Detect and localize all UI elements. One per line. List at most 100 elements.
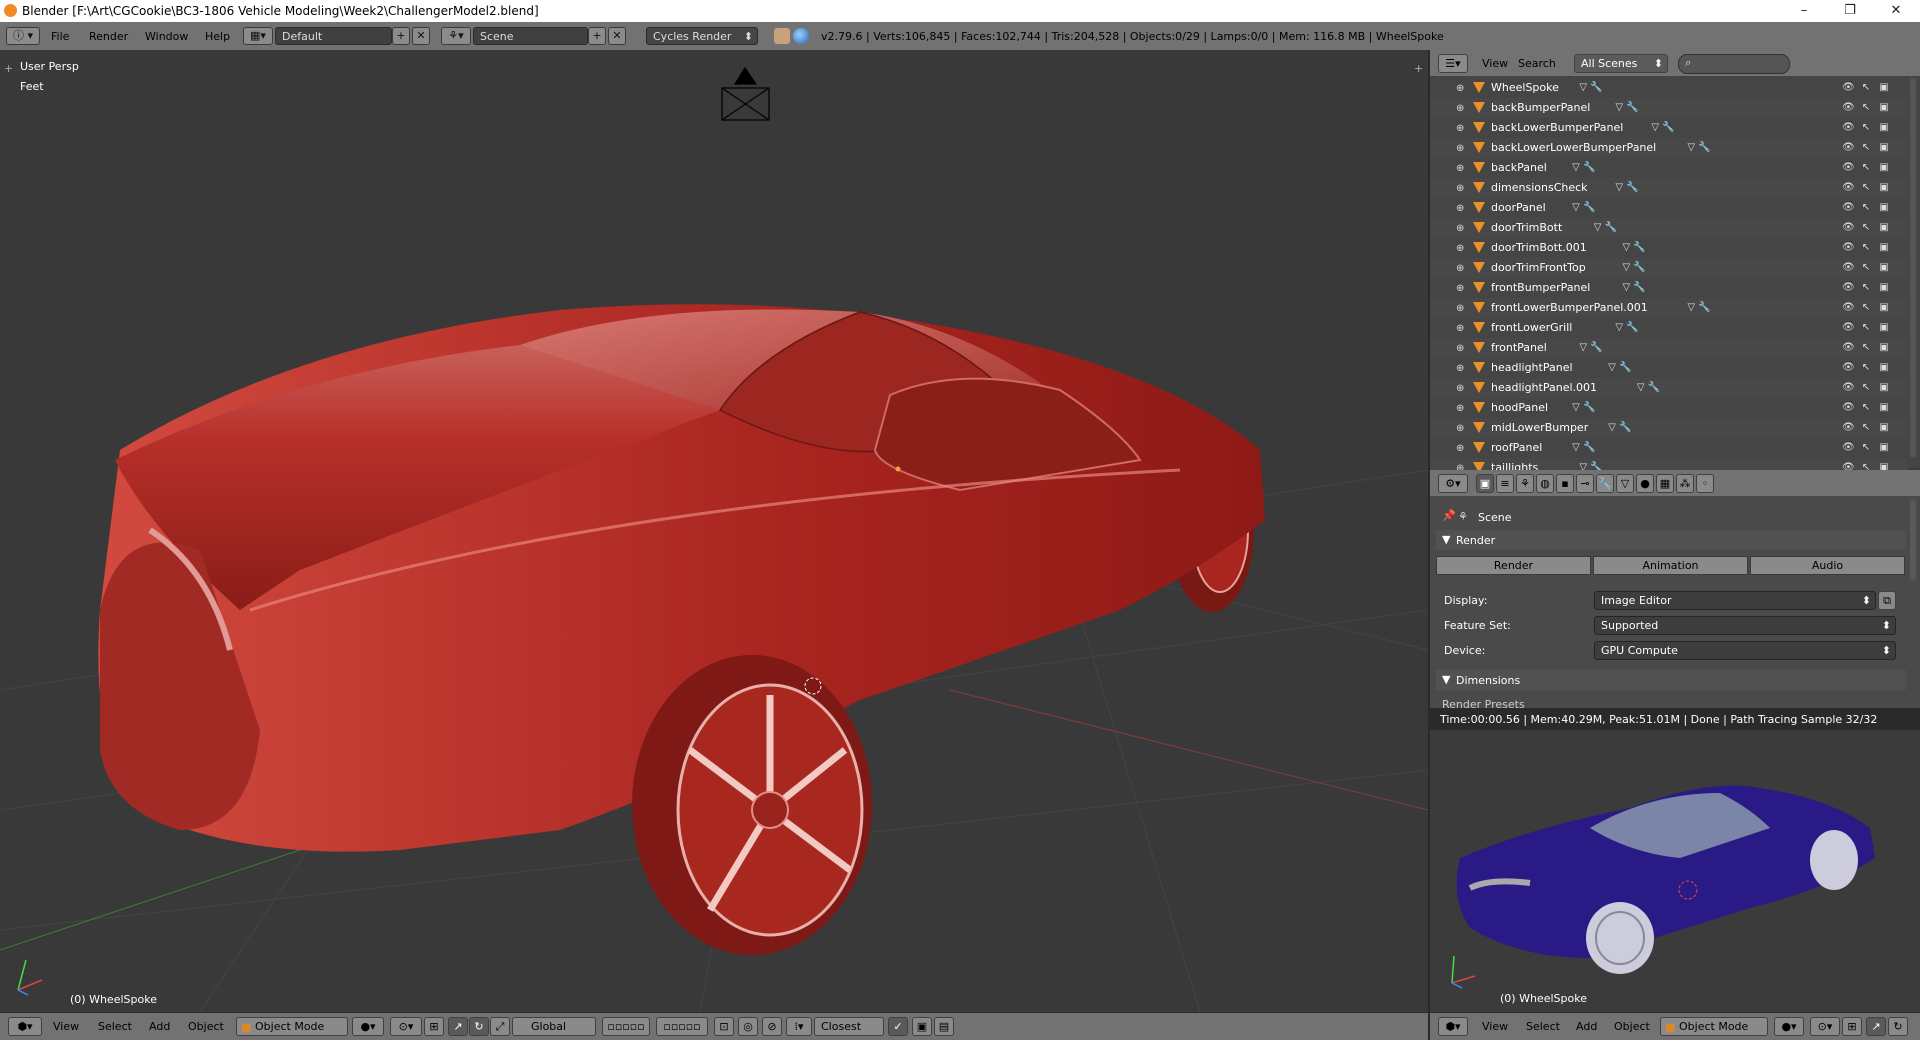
outliner-row[interactable]: ⊕ backBumperPanel ▽ 🔧 👁 ↖ ▣ bbox=[1430, 98, 1908, 118]
dimensions-panel-header[interactable]: ▼ Dimensions bbox=[1436, 670, 1906, 690]
rendered-viewport[interactable]: Time:00:00.56 | Mem:40.29M, Peak:51.01M … bbox=[1430, 708, 1920, 1012]
particles-tab-icon[interactable]: ⁂ bbox=[1676, 474, 1694, 493]
world-globe-icon[interactable] bbox=[793, 28, 809, 44]
feature-set-select[interactable]: Supported ⬍ bbox=[1594, 616, 1896, 635]
outliner-row[interactable]: ⊕ dimensionsCheck ▽ 🔧 👁 ↖ ▣ bbox=[1430, 178, 1908, 198]
render-camera-icon[interactable]: ▣ bbox=[1878, 222, 1890, 234]
render-camera-icon[interactable]: ▣ bbox=[1878, 202, 1890, 214]
visibility-eye-icon[interactable]: 👁 bbox=[1842, 402, 1855, 414]
expand-toggle-icon[interactable]: ⊕ bbox=[1456, 303, 1464, 314]
render-presets-row[interactable]: Render Presets bbox=[1436, 694, 1906, 708]
maximize-button[interactable]: ❐ bbox=[1827, 0, 1873, 22]
selectable-cursor-icon[interactable]: ↖ bbox=[1860, 282, 1872, 294]
selectable-cursor-icon[interactable]: ↖ bbox=[1860, 122, 1872, 134]
render-button[interactable]: Render bbox=[1436, 556, 1591, 575]
render-menu-view[interactable]: View bbox=[1482, 1020, 1508, 1033]
visibility-eye-icon[interactable]: 👁 bbox=[1842, 182, 1855, 194]
selectable-cursor-icon[interactable]: ↖ bbox=[1860, 362, 1872, 374]
expand-toggle-icon[interactable]: ⊕ bbox=[1456, 123, 1464, 134]
visibility-eye-icon[interactable]: 👁 bbox=[1842, 222, 1855, 234]
outliner-row[interactable]: ⊕ frontPanel ▽ 🔧 👁 ↖ ▣ bbox=[1430, 338, 1908, 358]
modifiers-tab-icon[interactable]: 🔧 bbox=[1596, 474, 1614, 493]
viewport-menu-add[interactable]: Add bbox=[149, 1020, 170, 1033]
shading-select[interactable]: ●▾ bbox=[352, 1017, 384, 1036]
constraints-tab-icon[interactable]: ⊸ bbox=[1576, 474, 1594, 493]
rotate-icon[interactable]: ↻ bbox=[469, 1017, 489, 1036]
world-tab-icon[interactable]: ◍ bbox=[1536, 474, 1554, 493]
selectable-cursor-icon[interactable]: ↖ bbox=[1860, 382, 1872, 394]
outliner-row[interactable]: ⊕ headlightPanel.001 ▽ 🔧 👁 ↖ ▣ bbox=[1430, 378, 1908, 398]
selectable-cursor-icon[interactable]: ↖ bbox=[1860, 442, 1872, 454]
outliner-search-input[interactable]: ⌕ bbox=[1678, 54, 1790, 74]
expand-toggle-icon[interactable]: ⊕ bbox=[1456, 263, 1464, 274]
expand-toggle-icon[interactable]: ⊕ bbox=[1456, 323, 1464, 334]
outliner-row[interactable]: ⊕ doorTrimBott.001 ▽ 🔧 👁 ↖ ▣ bbox=[1430, 238, 1908, 258]
toolshelf-toggle[interactable]: + bbox=[4, 62, 13, 75]
animation-button[interactable]: Animation bbox=[1593, 556, 1748, 575]
scene-tab-icon[interactable]: ⚘ bbox=[1516, 474, 1534, 493]
lock-camera-icon[interactable]: ⊡ bbox=[714, 1017, 734, 1036]
render-animation-icon[interactable]: ▤ bbox=[934, 1017, 954, 1036]
minimize-button[interactable]: – bbox=[1781, 0, 1827, 22]
expand-toggle-icon[interactable]: ⊕ bbox=[1456, 243, 1464, 254]
selectable-cursor-icon[interactable]: ↖ bbox=[1860, 342, 1872, 354]
selectable-cursor-icon[interactable]: ↖ bbox=[1860, 102, 1872, 114]
editor-type-info-button[interactable]: ⓘ ▾ bbox=[6, 27, 40, 45]
visibility-eye-icon[interactable]: 👁 bbox=[1842, 82, 1855, 94]
render-menu-add[interactable]: Add bbox=[1576, 1020, 1597, 1033]
expand-toggle-icon[interactable]: ⊕ bbox=[1456, 143, 1464, 154]
modifier-icons[interactable]: ▽ 🔧 bbox=[1610, 182, 1644, 194]
selectable-cursor-icon[interactable]: ↖ bbox=[1860, 182, 1872, 194]
visibility-eye-icon[interactable]: 👁 bbox=[1842, 322, 1855, 334]
expand-toggle-icon[interactable]: ⊕ bbox=[1456, 183, 1464, 194]
outliner-row[interactable]: ⊕ WheelSpoke ▽ 🔧 👁 ↖ ▣ bbox=[1430, 78, 1908, 98]
render-shading-select[interactable]: ●▾ bbox=[1774, 1017, 1804, 1036]
physics-tab-icon[interactable]: ◦ bbox=[1696, 474, 1714, 493]
render-tab-icon[interactable]: ▣ bbox=[1476, 474, 1494, 493]
selectable-cursor-icon[interactable]: ↖ bbox=[1860, 402, 1872, 414]
outliner-row[interactable]: ⊕ hoodPanel ▽ 🔧 👁 ↖ ▣ bbox=[1430, 398, 1908, 418]
transform-orientation-select[interactable]: Global bbox=[512, 1017, 596, 1036]
visibility-eye-icon[interactable]: 👁 bbox=[1842, 142, 1855, 154]
render-menu-select[interactable]: Select bbox=[1526, 1020, 1560, 1033]
selectable-cursor-icon[interactable]: ↖ bbox=[1860, 222, 1872, 234]
render-region-icon[interactable] bbox=[774, 28, 790, 44]
remove-layout-button[interactable]: ✕ bbox=[412, 27, 430, 45]
pin-icon[interactable]: 📌 bbox=[1442, 509, 1456, 522]
expand-toggle-icon[interactable]: ⊕ bbox=[1456, 83, 1464, 94]
render-manipulator-toggle[interactable]: ⊞ bbox=[1842, 1017, 1862, 1036]
visibility-eye-icon[interactable]: 👁 bbox=[1842, 262, 1855, 274]
render-camera-icon[interactable]: ▣ bbox=[1878, 382, 1890, 394]
expand-toggle-icon[interactable]: ⊕ bbox=[1456, 343, 1464, 354]
pivot-point-select[interactable]: ⊙▾ bbox=[390, 1017, 422, 1036]
selectable-cursor-icon[interactable]: ↖ bbox=[1860, 322, 1872, 334]
render-camera-icon[interactable]: ▣ bbox=[1878, 302, 1890, 314]
layers-tab-icon[interactable]: ≡ bbox=[1496, 474, 1514, 493]
visibility-eye-icon[interactable]: 👁 bbox=[1842, 362, 1855, 374]
modifier-icons[interactable]: ▽ 🔧 bbox=[1682, 142, 1716, 154]
menu-window[interactable]: Window bbox=[145, 30, 188, 43]
outliner-row[interactable]: ⊕ doorTrimBott ▽ 🔧 👁 ↖ ▣ bbox=[1430, 218, 1908, 238]
render-window-icon[interactable]: ⧉ bbox=[1878, 591, 1896, 610]
device-select[interactable]: GPU Compute ⬍ bbox=[1594, 641, 1896, 660]
viewport-menu-object[interactable]: Object bbox=[188, 1020, 224, 1033]
data-tab-icon[interactable]: ▽ bbox=[1616, 474, 1634, 493]
outliner-row[interactable]: ⊕ doorTrimFrontTop ▽ 🔧 👁 ↖ ▣ bbox=[1430, 258, 1908, 278]
selectable-cursor-icon[interactable]: ↖ bbox=[1860, 162, 1872, 174]
selectable-cursor-icon[interactable]: ↖ bbox=[1860, 82, 1872, 94]
material-tab-icon[interactable]: ● bbox=[1636, 474, 1654, 493]
modifier-icons[interactable]: ▽ 🔧 bbox=[1603, 362, 1637, 374]
expand-toggle-icon[interactable]: ⊕ bbox=[1456, 223, 1464, 234]
modifier-icons[interactable]: ▽ 🔧 bbox=[1603, 422, 1637, 434]
render-image-icon[interactable]: ▣ bbox=[912, 1017, 932, 1036]
render-camera-icon[interactable]: ▣ bbox=[1878, 162, 1890, 174]
modifier-icons[interactable]: ▽ 🔧 bbox=[1632, 382, 1666, 394]
modifier-icons[interactable]: ▽ 🔧 bbox=[1567, 162, 1601, 174]
selectable-cursor-icon[interactable]: ↖ bbox=[1860, 422, 1872, 434]
viewport-menu-view[interactable]: View bbox=[53, 1020, 79, 1033]
manipulator-toggle[interactable]: ⊞ bbox=[424, 1017, 444, 1036]
editor-type-properties-button[interactable]: ⚙▾ bbox=[1438, 474, 1468, 493]
render-camera-icon[interactable]: ▣ bbox=[1878, 182, 1890, 194]
visibility-eye-icon[interactable]: 👁 bbox=[1842, 162, 1855, 174]
render-camera-icon[interactable]: ▣ bbox=[1878, 402, 1890, 414]
